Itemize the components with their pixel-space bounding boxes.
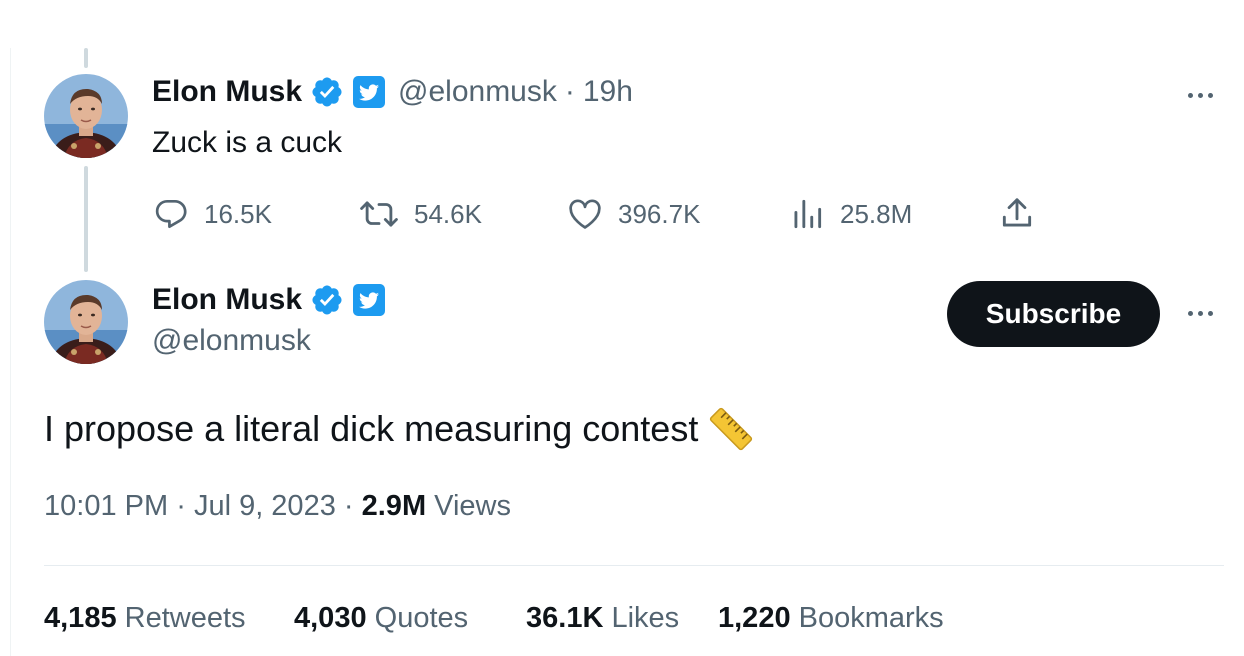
reply-count: 16.5K [204,198,272,229]
views-count: 25.8M [840,198,913,229]
retweet-count: 54.6K [414,198,482,229]
author-handle[interactable]: @elonmusk [398,75,557,109]
tweet-meta: 10:01 PM · Jul 9, 2023 · 2.9M Views [44,490,511,523]
likes-label: Likes [611,602,680,634]
subscribe-button[interactable]: Subscribe [947,281,1160,347]
share-icon [1002,198,1032,227]
reply-header: Elon Musk @elonmusk · 19h [152,75,633,109]
thread-line-connector [84,166,88,272]
thread-line-top [84,48,88,68]
quotes-label: Quotes [374,602,469,634]
meta-separator: · [343,490,354,522]
verified-badge-icon [310,283,344,317]
avatar-image [44,74,128,158]
likes-stat[interactable]: 36.1K Likes [526,602,679,635]
main-tweet-text-row: I propose a literal dick measuring conte… [44,406,754,452]
more-dot-icon [1188,93,1193,98]
bookmarks-label: Bookmarks [798,602,944,634]
likes-count: 36.1K [526,602,604,634]
views-label: Views [434,490,512,522]
divider [44,565,1224,566]
more-dot-icon [1188,311,1193,316]
author-name[interactable]: Elon Musk [152,283,302,317]
like-icon [569,199,601,229]
more-dot-icon [1198,93,1203,98]
ruler-icon [708,406,754,452]
share-button[interactable] [998,192,1036,236]
more-options-button[interactable] [1188,93,1213,98]
views-icon [794,199,822,229]
author-handle[interactable]: @elonmusk [152,324,311,358]
like-count: 396.7K [618,198,701,229]
retweet-icon [360,201,398,227]
more-dot-icon [1198,311,1203,316]
meta-separator: · [176,490,186,522]
like-button[interactable]: 396.7K [566,192,700,236]
views-button[interactable]: 25.8M [788,192,912,236]
quotes-stat[interactable]: 4,030 Quotes [294,602,468,635]
twitter-affiliation-icon[interactable] [352,283,386,317]
author-name[interactable]: Elon Musk [152,75,302,109]
reply-tweet-text: Zuck is a cuck [152,126,343,159]
more-dot-icon [1208,311,1213,316]
reply-icon [155,199,187,229]
main-tweet-text: I propose a literal dick measuring conte… [44,408,699,449]
bookmarks-stat[interactable]: 1,220 Bookmarks [718,602,944,635]
header-separator: · [564,75,575,108]
avatar[interactable] [44,74,128,158]
more-options-button[interactable] [1188,311,1213,316]
tweet-page: Elon Musk @elonmusk · 19h Zuck is a cuck… [0,0,1244,656]
retweets-count: 4,185 [44,602,117,634]
bookmarks-count: 1,220 [718,602,791,634]
retweets-stat[interactable]: 4,185 Retweets [44,602,246,635]
avatar[interactable] [44,280,128,364]
tweet-time-ago[interactable]: 19h [583,75,633,109]
verified-badge-icon [310,75,344,109]
retweets-label: Retweets [124,602,246,634]
reply-button[interactable]: 16.5K [152,192,272,236]
quotes-count: 4,030 [294,602,367,634]
twitter-affiliation-icon[interactable] [352,75,386,109]
retweet-button[interactable]: 54.6K [358,192,482,236]
more-dot-icon [1208,93,1213,98]
views-total: 2.9M [361,490,427,522]
avatar-image [44,280,128,364]
tweet-time[interactable]: 10:01 PM [44,490,168,522]
tweet-date[interactable]: Jul 9, 2023 [194,490,336,522]
main-tweet-header: Elon Musk [152,283,386,317]
timeline-border [10,48,11,656]
